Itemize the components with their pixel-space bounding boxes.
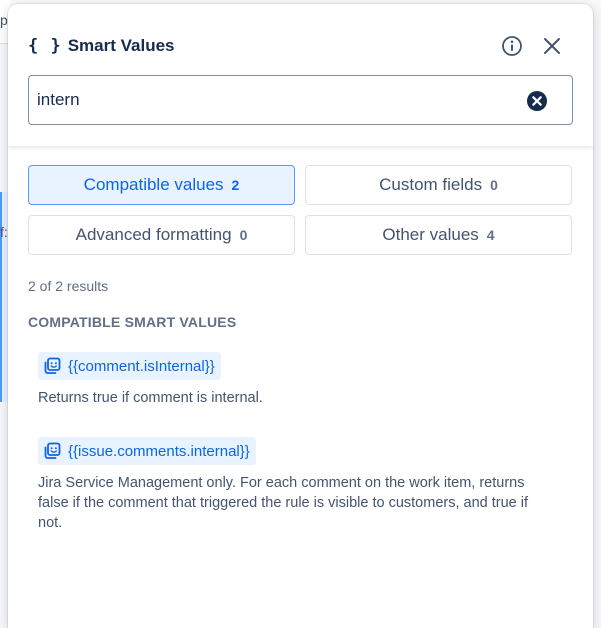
tab-label: Custom fields (379, 175, 483, 194)
clear-icon (527, 91, 547, 111)
tab-count: 0 (490, 177, 498, 193)
clear-search-button[interactable] (526, 90, 548, 112)
tab-label: Advanced formatting (75, 225, 232, 244)
smart-value-description: Jira Service Management only. For each c… (38, 475, 529, 531)
smart-value-chip[interactable]: {{issue.comments.internal}} (38, 437, 256, 465)
tab-custom-fields[interactable]: Custom fields 0 (305, 165, 572, 205)
list-item: {{comment.isInternal}} Returns true if c… (38, 352, 548, 408)
smart-values-panel: { } Smart Values intern Compatible value… (8, 4, 593, 628)
close-icon (544, 38, 560, 54)
copy-icon (44, 442, 61, 459)
tab-count: 4 (486, 227, 495, 243)
braces-icon: { } (28, 36, 62, 56)
tab-count: 2 (231, 177, 240, 193)
smart-value-chip[interactable]: {{comment.isInternal}} (38, 352, 221, 380)
search-input[interactable] (37, 76, 517, 124)
smart-value-code: {{comment.isInternal}} (68, 357, 215, 375)
panel-body: Compatible values 2 Custom fields 0 Adva… (8, 146, 593, 628)
results-count: 2 of 2 results (28, 278, 109, 294)
tab-count: 0 (239, 227, 248, 243)
tab-advanced-formatting[interactable]: Advanced formatting 0 (28, 215, 295, 255)
panel-title: Smart Values (67, 36, 175, 55)
tab-label: Compatible values (83, 175, 224, 194)
section-heading: COMPATIBLE SMART VALUES (28, 314, 237, 330)
smart-value-description: Returns true if comment is internal. (38, 390, 263, 406)
smart-value-code: {{issue.comments.internal}} (68, 442, 250, 460)
panel-header: { } Smart Values (8, 4, 593, 146)
copy-icon (44, 357, 61, 374)
title-row: { } Smart Values (28, 34, 573, 58)
tab-compatible-values[interactable]: Compatible values 2 (28, 165, 295, 205)
list-item: {{issue.comments.internal}} Jira Service… (38, 437, 548, 533)
search-field[interactable] (28, 75, 573, 125)
background-text: p (0, 12, 8, 28)
info-button[interactable] (498, 32, 526, 60)
close-button[interactable] (538, 32, 566, 60)
tab-other-values[interactable]: Other values 4 (305, 215, 572, 255)
tab-label: Other values (382, 225, 479, 244)
background-label: f: (0, 224, 8, 240)
info-icon (502, 36, 522, 56)
